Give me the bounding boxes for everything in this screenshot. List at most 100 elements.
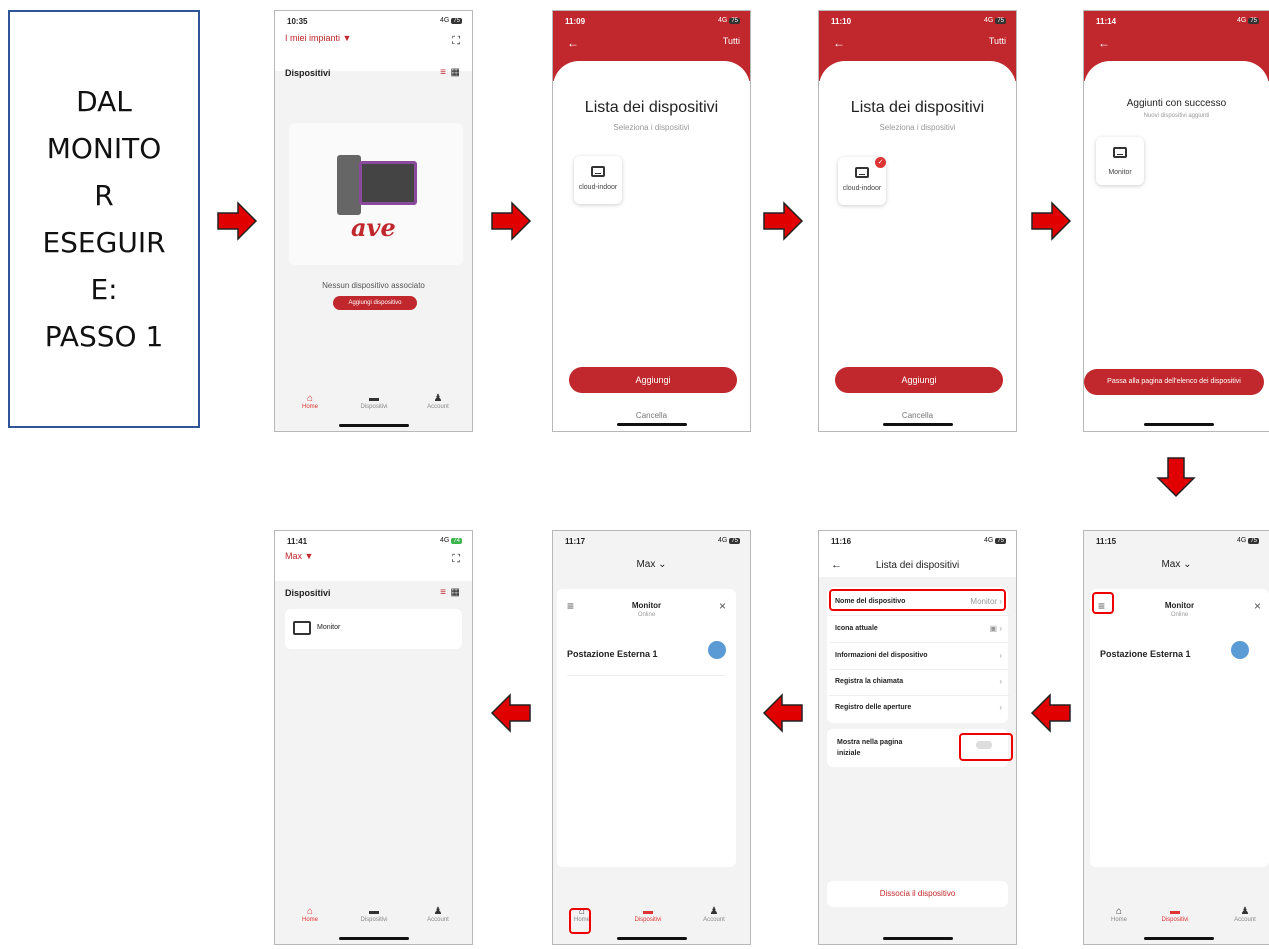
signal-text: 4G <box>1236 17 1247 24</box>
status-bar: 11:14 4G 75 <box>1084 11 1269 29</box>
nav-home[interactable]: ⌂ Home <box>285 906 335 923</box>
status-signal: 4G 75 <box>440 17 462 24</box>
nav-home[interactable]: ⌂ Home <box>285 393 335 410</box>
signal-text: 4G <box>717 537 728 544</box>
status-signal: 4G 75 <box>718 537 740 544</box>
screen-monitor-detail-2: 11:17 4G 75 Max ⌄ ≡ Monitor Online × Post… <box>552 530 751 945</box>
scan-icon[interactable]: ⛶ <box>452 553 460 566</box>
grid-view-icon[interactable]: ▦ <box>451 587 460 598</box>
intro-line: E: <box>90 273 118 306</box>
status-signal: 4G 75 <box>718 17 740 24</box>
back-arrow-icon[interactable]: ← <box>833 36 845 50</box>
nav-account[interactable]: ♟ Account <box>413 906 463 923</box>
list-view-icon[interactable]: ≡ <box>440 587 446 598</box>
back-arrow-icon[interactable]: ← <box>1098 36 1110 50</box>
nav-devices[interactable]: ▬ Dispositivi <box>623 906 673 923</box>
row-label: Icona attuale <box>835 625 878 632</box>
row-call-log[interactable]: Registra la chiamata › <box>829 669 1010 696</box>
monitor-icon <box>293 621 311 635</box>
battery-icon: 75 <box>1248 538 1259 544</box>
devices-icon: ▬ <box>369 393 379 404</box>
nav-devices[interactable]: ▬ Dispositivi <box>1150 906 1200 923</box>
screen-home-device: 11:41 4G 74 Max ▼ ⛶ Dispositivi ≡ ▦ Monit… <box>274 530 473 945</box>
select-all-link[interactable]: Tutti <box>723 36 740 46</box>
row-current-icon[interactable]: Icona attuale ▣ › <box>829 616 1010 643</box>
show-home-label: Mostra nella pagina iniziale <box>837 737 902 759</box>
add-device-button[interactable]: Aggiungi dispositivo <box>333 296 417 310</box>
sheet-subtitle: Nuovi dispositivi aggiunti <box>1143 113 1210 119</box>
dissociate-button[interactable]: Dissocia il dispositivo <box>827 881 1008 907</box>
empty-illustration: ave <box>289 123 463 265</box>
close-icon[interactable]: × <box>1254 599 1261 613</box>
back-arrow-icon[interactable]: ← <box>567 36 579 50</box>
close-icon[interactable]: × <box>719 599 726 613</box>
status-bar: 11:09 4G 75 <box>553 11 750 29</box>
status-bar: 11:17 4G 75 <box>553 531 750 549</box>
card-title: Monitor <box>1164 601 1195 610</box>
screen-device-list: ← Tutti 11:09 4G 75 Lista dei dispositivi… <box>552 10 751 432</box>
plant-title: Max <box>285 551 303 561</box>
signal-text: 4G <box>717 17 728 24</box>
row-device-info[interactable]: Informazioni del dispositivo › <box>829 643 1010 670</box>
sheet-subtitle: Seleziona i dispositivi <box>613 123 690 132</box>
user-selector[interactable]: Max ⌄ <box>553 559 750 570</box>
plant-selector[interactable]: I miei impianti ▼ <box>285 33 351 43</box>
account-icon: ♟ <box>1240 906 1250 917</box>
user-selector[interactable]: Max ⌄ <box>1084 559 1269 570</box>
add-button[interactable]: Aggiungi <box>835 367 1003 393</box>
intro-line: R <box>94 179 114 212</box>
nav-account[interactable]: ♟ Account <box>413 393 463 410</box>
status-signal: 4G 75 <box>1237 537 1259 544</box>
nav-label: Dispositivi <box>360 404 388 410</box>
screen-monitor-detail: 11:15 4G 75 Max ⌄ ≡ Monitor Online × Post… <box>1083 530 1269 945</box>
monitor-icon <box>1113 147 1127 158</box>
battery-icon: 75 <box>1248 18 1259 24</box>
sheet-title: Lista dei dispositivi <box>584 99 719 116</box>
chevron-right-icon: › <box>999 677 1002 686</box>
signal-text: 4G <box>439 537 450 544</box>
bottom-nav: ⌂ Home ▬ Dispositivi ♟ Account <box>1084 906 1269 934</box>
section-title: Dispositivi <box>285 68 331 78</box>
nav-account[interactable]: ♟ Account <box>689 906 739 923</box>
camera-button-icon[interactable] <box>1231 641 1249 659</box>
chevron-right-icon: › <box>999 651 1002 660</box>
nav-home[interactable]: ⌂ Home <box>1094 906 1144 923</box>
device-card[interactable]: Monitor <box>1096 137 1144 185</box>
cancel-link[interactable]: Cancella <box>553 411 750 420</box>
status-bar: 10:35 4G 75 <box>275 11 472 29</box>
camera-button-icon[interactable] <box>708 641 726 659</box>
status-time: 11:14 <box>1096 17 1117 26</box>
row-label: Registra la chiamata <box>835 678 904 685</box>
nav-label: Home <box>301 917 318 923</box>
monitor-card: ≡ Monitor Online × Postazione Esterna 1 <box>1090 589 1269 867</box>
add-button[interactable]: Aggiungi <box>569 367 737 393</box>
monitor-icon <box>855 167 869 178</box>
status-bar: 11:16 4G 75 <box>819 531 1016 549</box>
list-view-icon[interactable]: ≡ <box>440 67 446 78</box>
monitor-card: ≡ Monitor Online × Postazione Esterna 1 <box>557 589 736 867</box>
device-card[interactable]: cloud-indoor <box>574 156 622 204</box>
scan-icon[interactable]: ⛶ <box>452 35 460 48</box>
select-all-link[interactable]: Tutti <box>989 36 1006 46</box>
chevron-down-icon: ▼ <box>304 551 314 561</box>
device-label: Monitor <box>317 624 341 631</box>
sheet-title: Lista dei dispositivi <box>850 99 985 116</box>
device-card[interactable]: Monitor <box>285 609 462 649</box>
row-open-log[interactable]: Registro delle aperture › <box>829 695 1010 721</box>
label-line: Mostra nella pagina <box>837 739 903 746</box>
intro-line: PASSO 1 <box>44 320 164 353</box>
nav-label: Home <box>1110 917 1127 923</box>
account-icon: ♟ <box>709 906 719 917</box>
home-icon: ⌂ <box>306 393 314 404</box>
home-indicator <box>883 423 953 426</box>
home-indicator <box>1144 937 1214 940</box>
grid-view-icon[interactable]: ▦ <box>451 67 460 78</box>
nav-devices[interactable]: ▬ Dispositivi <box>349 906 399 923</box>
plant-selector[interactable]: Max ▼ <box>285 551 313 561</box>
cancel-link[interactable]: Cancella <box>819 411 1016 420</box>
go-to-device-list-button[interactable]: Passa alla pagina dell'elenco dei dispos… <box>1084 369 1264 395</box>
device-label: Monitor <box>1108 169 1132 176</box>
nav-devices[interactable]: ▬ Dispositivi <box>349 393 399 410</box>
monitor-icon <box>591 166 605 177</box>
nav-account[interactable]: ♟ Account <box>1220 906 1269 923</box>
